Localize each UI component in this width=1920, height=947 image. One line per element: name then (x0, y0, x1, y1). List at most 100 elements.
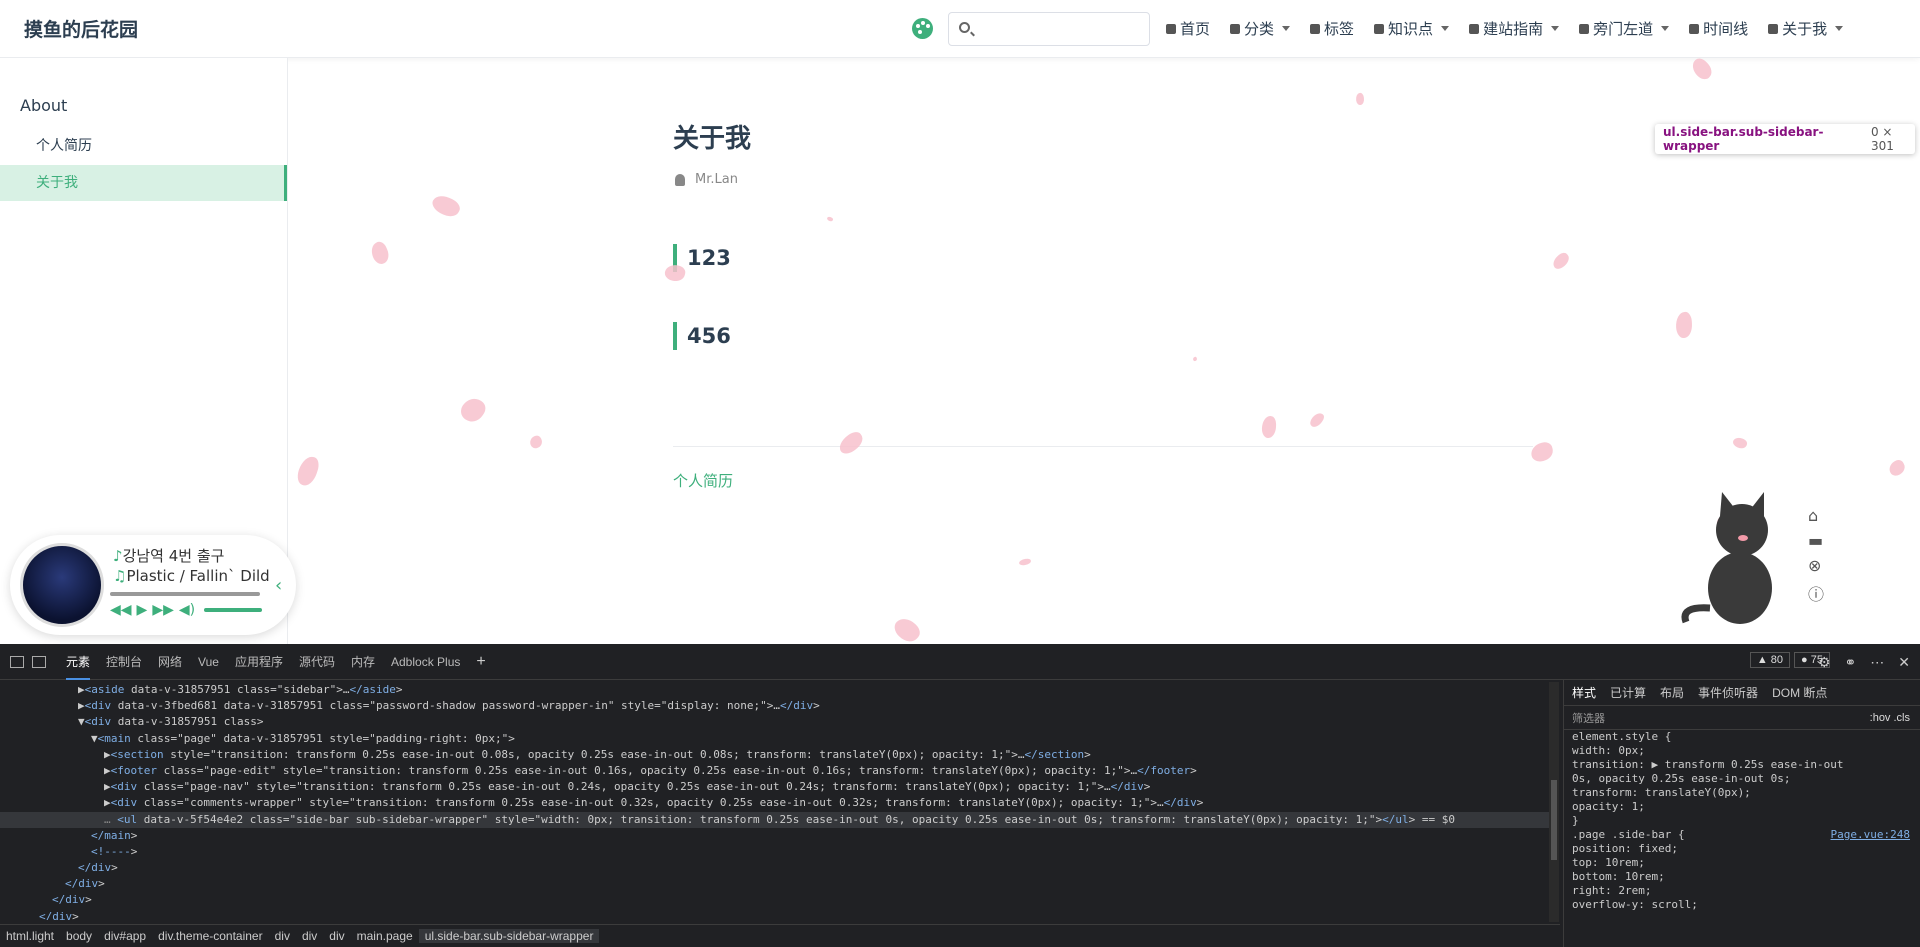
sidebar-title: About (20, 96, 68, 115)
styles-tab[interactable]: 布局 (1660, 684, 1684, 701)
warnings-badge[interactable]: ▲ 80 (1749, 652, 1791, 668)
site-name[interactable]: 摸鱼的后花园 (24, 15, 138, 42)
devtools-tab[interactable]: 应用程序 (235, 653, 283, 670)
nav-link-0[interactable]: 首页 (1166, 18, 1210, 39)
sidebar-item-about-me[interactable]: 关于我 (0, 165, 287, 201)
dom-node[interactable]: </main> (0, 828, 1550, 844)
dom-node[interactable]: </div> (0, 860, 1550, 876)
breadcrumb-item[interactable]: div#app (98, 929, 152, 943)
dom-scrollbar[interactable] (1549, 682, 1559, 922)
breadcrumb-item[interactable]: ul.side-bar.sub-sidebar-wrapper (418, 929, 600, 943)
css-line[interactable]: opacity: 1; (1564, 800, 1920, 814)
css-line[interactable]: element.style { (1564, 730, 1920, 744)
styles-tab[interactable]: DOM 断点 (1772, 684, 1827, 701)
nav-link-7[interactable]: 关于我 (1768, 18, 1844, 39)
dom-node[interactable]: ▶<section style="transition: transform 0… (0, 747, 1550, 763)
css-line[interactable]: 0s, opacity 0.25s ease-in-out 0s; (1564, 772, 1920, 786)
dom-breadcrumbs: html.light body div#app div.theme-container… (0, 924, 1560, 947)
settings-icon[interactable]: ⚙ (1818, 654, 1831, 671)
styles-tab[interactable]: 事件侦听器 (1698, 684, 1758, 701)
devtools-tab[interactable]: 源代码 (299, 653, 335, 670)
artist-icon: ♫ (113, 567, 127, 585)
css-rules: element.style { width: 0px; transition: … (1564, 730, 1920, 912)
nav-icon (1230, 23, 1241, 34)
dom-node[interactable]: ▼<div data-v-31857951 class> (0, 714, 1550, 730)
breadcrumb-item[interactable]: html.light (0, 929, 60, 943)
dom-node[interactable]: </div> (0, 909, 1550, 920)
prev-page-link[interactable]: 个人简历 (673, 470, 733, 491)
devtools-tab[interactable]: 元素 (66, 653, 91, 680)
breadcrumb-item[interactable]: div (269, 929, 296, 943)
dom-node[interactable]: ▶<aside data-v-31857951 class="sidebar">… (0, 682, 1550, 698)
music-note-icon: ♪ (113, 547, 123, 565)
css-source-link[interactable]: Page.vue:248 (1831, 828, 1910, 842)
styles-tab[interactable]: 已计算 (1610, 684, 1646, 701)
volume-slider[interactable] (204, 608, 263, 612)
nav-link-2[interactable]: 标签 (1310, 18, 1354, 39)
dom-node[interactable]: ▶<div class="page-nav" style="transition… (0, 779, 1550, 795)
live2d-cat[interactable] (1680, 488, 1790, 628)
breadcrumb-item[interactable]: div (296, 929, 323, 943)
css-line[interactable]: position: fixed; (1564, 842, 1920, 856)
dom-node[interactable]: ▶<div data-v-3fbed681 data-v-31857951 cl… (0, 698, 1550, 714)
devtools-tab[interactable]: Vue (198, 655, 219, 669)
dom-node[interactable]: <!----> (0, 844, 1550, 860)
device-toolbar-icon[interactable] (32, 655, 46, 668)
close-devtools-icon[interactable]: ✕ (1898, 654, 1910, 671)
search-box[interactable] (948, 12, 1150, 46)
dom-node[interactable]: … <ul data-v-5f54e4e2 class="side-bar su… (0, 811, 1550, 828)
nav-link-6[interactable]: 时间线 (1689, 18, 1748, 39)
css-line[interactable]: .page .side-bar {Page.vue:248 (1564, 828, 1920, 842)
css-line[interactable]: transform: translateY(0px); (1564, 786, 1920, 800)
nav-label: 分类 (1244, 20, 1275, 38)
breadcrumb-item[interactable]: main.page (351, 929, 419, 943)
breadcrumb-item[interactable]: div (323, 929, 350, 943)
album-cover[interactable] (20, 543, 104, 627)
chat-icon[interactable]: ▬ (1808, 531, 1824, 550)
inspect-element-icon[interactable] (10, 655, 24, 668)
add-tab-icon[interactable]: + (476, 653, 485, 671)
devtools-tab[interactable]: 网络 (158, 653, 182, 670)
petal (528, 434, 544, 450)
home-icon[interactable]: ⌂ (1808, 506, 1824, 525)
breadcrumb-item[interactable]: div.theme-container (152, 929, 269, 943)
sidebar-item-resume[interactable]: 个人简历 (0, 128, 287, 164)
nav-icon (1768, 23, 1779, 34)
css-line[interactable]: overflow-y: scroll; (1564, 898, 1920, 912)
css-line[interactable]: top: 10rem; (1564, 856, 1920, 870)
palette-icon[interactable] (912, 18, 933, 39)
css-line[interactable]: right: 2rem; (1564, 884, 1920, 898)
nav-link-5[interactable]: 旁门左道 (1579, 18, 1670, 39)
filter-tools[interactable]: :hov .cls (1870, 712, 1910, 724)
info-icon[interactable]: ⓘ (1808, 581, 1824, 605)
dom-node[interactable]: ▶<div class="comments-wrapper" style="tr… (0, 795, 1550, 811)
css-line[interactable]: width: 0px; (1564, 744, 1920, 758)
css-line[interactable]: bottom: 10rem; (1564, 870, 1920, 884)
volume-icon[interactable]: ◀) (179, 602, 195, 618)
prev-track-icon[interactable]: ◀◀ (110, 602, 132, 618)
navbar: 摸鱼的后花园 首页 分类 标签 知识点 建站指南 旁门左道 时间线 关于我 (0, 0, 1920, 58)
dom-node[interactable]: </div> (0, 892, 1550, 908)
styles-tab[interactable]: 样式 (1572, 684, 1596, 701)
play-icon[interactable]: ▶ (137, 602, 148, 618)
collapse-player-icon[interactable]: ‹ (275, 575, 282, 596)
more-options-icon[interactable]: ⋯ (1870, 654, 1884, 671)
css-line[interactable]: } (1564, 814, 1920, 828)
dom-node[interactable]: ▶<footer class="page-edit" style="transi… (0, 763, 1550, 779)
nav-link-3[interactable]: 知识点 (1374, 18, 1450, 39)
remote-devices-icon[interactable]: ⚭ (1845, 654, 1857, 671)
breadcrumb-item[interactable]: body (60, 929, 98, 943)
dom-node[interactable]: </div> (0, 876, 1550, 892)
devtools-tab[interactable]: Adblock Plus (391, 655, 460, 669)
close-icon[interactable]: ⊗ (1808, 556, 1824, 575)
nav-link-1[interactable]: 分类 (1230, 18, 1291, 39)
dom-node[interactable]: ▼<main class="page" data-v-31857951 styl… (0, 731, 1550, 747)
devtools-tab[interactable]: 内存 (351, 653, 375, 670)
css-line[interactable]: transition: ▶ transform 0.25s ease-in-ou… (1564, 758, 1920, 772)
filter-input[interactable]: 筛选器 (1572, 710, 1605, 726)
search-input[interactable] (977, 17, 1142, 41)
progress-bar[interactable] (110, 592, 260, 596)
next-track-icon[interactable]: ▶▶ (152, 602, 174, 618)
devtools-tab[interactable]: 控制台 (106, 653, 142, 670)
nav-link-4[interactable]: 建站指南 (1469, 18, 1560, 39)
